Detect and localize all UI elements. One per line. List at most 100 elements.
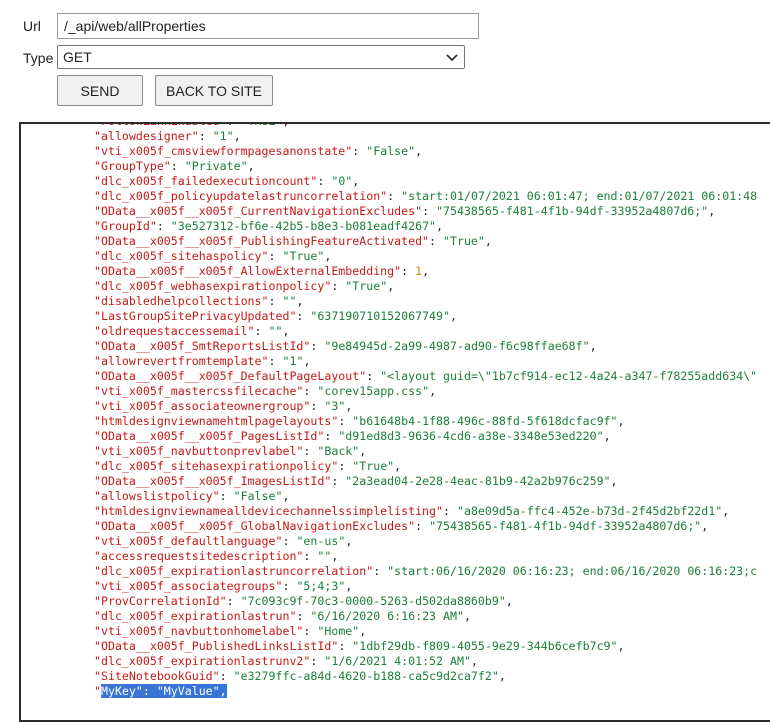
json-comma: , xyxy=(422,264,430,278)
json-comma: , xyxy=(352,174,360,188)
json-key: "ProvCorrelationId" xyxy=(94,594,227,608)
json-key: "OData__x005f__x005f_CurrentNavigationEx… xyxy=(94,204,423,218)
json-comma: , xyxy=(429,384,437,398)
json-comma: , xyxy=(484,234,492,248)
json-separator: : xyxy=(310,339,325,353)
json-value: "<layout guid=\"1b7cf914-ec12-4a24-a347-… xyxy=(380,369,758,383)
json-separator: : xyxy=(303,549,318,563)
response-line: "OData__x005f__x005f_CurrentNavigationEx… xyxy=(21,204,770,219)
json-separator: : xyxy=(331,474,346,488)
json-value: "True" xyxy=(352,459,395,473)
json-value: "True" xyxy=(443,234,485,248)
json-separator: : xyxy=(324,429,339,443)
json-comma: , xyxy=(296,294,304,308)
json-key: "vti_x005f_navbuttonhomelabel" xyxy=(94,624,304,638)
json-comma: , xyxy=(345,579,353,593)
json-comma: , xyxy=(463,609,471,623)
json-separator: : xyxy=(338,459,353,473)
json-key: "htmldesignviewnamehtmlpagelayouts" xyxy=(94,414,339,428)
url-input[interactable] xyxy=(57,13,479,39)
response-line: "vti_x005f_associategroups": "5;4;3", xyxy=(21,579,770,594)
response-line: "GroupId": "3e527312-bf6e-42b5-b8e3-b081… xyxy=(21,219,770,234)
json-comma: , xyxy=(505,594,513,608)
json-key: "vti_x005f_navbuttonprevlabel" xyxy=(94,444,304,458)
response-line: "allowslistpolicy": "False", xyxy=(21,489,770,504)
json-comma: , xyxy=(345,534,353,548)
json-value: "d91ed8d3-9636-4cd6-a38e-3348e53ed220" xyxy=(338,429,604,443)
response-line: "dlc_x005f_sitehasexpirationpolicy": "Tr… xyxy=(21,459,770,474)
json-comma: , xyxy=(617,639,625,653)
json-key: "vti_x005f_associategroups" xyxy=(94,579,283,593)
json-comma: , xyxy=(247,159,255,173)
response-line: "SiteNotebookGuid": "e3279ffc-a84d-4620-… xyxy=(21,669,770,684)
json-comma: , xyxy=(722,504,730,518)
response-output[interactable]: "FollowLinkEnabled": "TRUE","allowdesign… xyxy=(19,122,770,722)
json-value: "7c093c9f-70c3-0000-5263-d502da8860b9" xyxy=(240,594,506,608)
json-key: "htmldesignviewnamealldevicechannelssimp… xyxy=(94,504,444,518)
json-key: "vti_x005f_associateownergroup" xyxy=(94,399,311,413)
json-key: "dlc_x005f_sitehaspolicy" xyxy=(94,249,269,263)
json-separator: : xyxy=(170,159,185,173)
json-separator: : xyxy=(310,399,325,413)
back-to-site-button[interactable]: BACK TO SITE xyxy=(155,75,273,106)
response-line: "dlc_x005f_policyupdatelastruncorrelatio… xyxy=(21,189,770,204)
send-button[interactable]: SEND xyxy=(57,75,143,106)
json-comma: , xyxy=(470,654,478,668)
json-separator: : xyxy=(317,174,332,188)
json-comma: , xyxy=(303,354,311,368)
json-comma: , xyxy=(331,549,339,563)
json-separator: : xyxy=(387,189,402,203)
json-comma: , xyxy=(617,414,625,428)
response-line: "vti_x005f_defaultlanguage": "en-us", xyxy=(21,534,770,549)
json-separator: : xyxy=(429,234,444,248)
response-line: "vti_x005f_navbuttonhomelabel": "Home", xyxy=(21,624,770,639)
json-separator: : xyxy=(303,444,318,458)
json-separator: : xyxy=(415,519,430,533)
response-line: "vti_x005f_associateownergroup": "3", xyxy=(21,399,770,414)
response-line: "accessrequestsitedescription": "", xyxy=(21,549,770,564)
response-line: "GroupType": "Private", xyxy=(21,159,770,174)
json-key: "SiteNotebookGuid" xyxy=(94,669,220,683)
json-key: "OData__x005f__x005f_PublishingFeatureAc… xyxy=(94,234,430,248)
json-separator: : xyxy=(226,594,241,608)
json-comma: , xyxy=(415,144,423,158)
json-key: "LastGroupSitePrivacyUpdated" xyxy=(94,309,297,323)
json-comma: , xyxy=(282,324,290,338)
response-line: "MyKey": "MyValue", xyxy=(21,684,770,699)
json-value: "start:06/16/2020 06:16:23; end:06/16/20… xyxy=(387,564,758,578)
json-separator: : xyxy=(268,294,283,308)
json-comma: , xyxy=(387,279,395,293)
json-value: "9e84945d-2a99-4987-ad90-f6c98ffae68f" xyxy=(324,339,590,353)
json-comma: , xyxy=(450,309,457,323)
json-separator: : xyxy=(219,669,234,683)
response-line: "vti_x005f_cmsviewformpagesanonstate": "… xyxy=(21,144,770,159)
response-line: "ProvCorrelationId": "7c093c9f-70c3-0000… xyxy=(21,594,770,609)
json-key: "dlc_x005f_policyupdatelastruncorrelatio… xyxy=(94,189,388,203)
response-line: "dlc_x005f_expirationlastrunv2": "1/6/20… xyxy=(21,654,770,669)
json-value: "1" xyxy=(212,129,234,143)
json-separator: : xyxy=(338,639,353,653)
json-value: "2a3ead04-2e28-4eac-81b9-42a2b976c259" xyxy=(345,474,611,488)
response-line: "dlc_x005f_failedexecutioncount": "0", xyxy=(21,174,770,189)
type-select[interactable]: GET xyxy=(57,45,465,69)
json-comma: , xyxy=(589,339,597,353)
json-key: "dlc_x005f_sitehasexpirationpolicy" xyxy=(94,459,339,473)
response-line: "LastGroupSitePrivacyUpdated": "63719071… xyxy=(21,309,770,324)
json-value: "3" xyxy=(324,399,346,413)
response-line: "dlc_x005f_expirationlastruncorrelation"… xyxy=(21,564,770,579)
json-separator: : xyxy=(401,264,416,278)
json-value: "a8e09d5a-ffc4-452e-b73d-2f45d2bf22d1" xyxy=(456,504,723,518)
json-value: "e3279ffc-a84d-4620-b188-ca5c9d2ca7f2" xyxy=(233,669,499,683)
json-comma: , xyxy=(282,124,289,128)
json-separator: : xyxy=(352,144,367,158)
json-value: "5;4;3" xyxy=(296,579,346,593)
response-line: "oldrequestaccessemail": "", xyxy=(21,324,770,339)
json-comma: , xyxy=(324,249,332,263)
json-separator: : xyxy=(303,384,318,398)
json-value: "3e527312-bf6e-42b5-b8e3-b081eadf4267" xyxy=(170,219,437,233)
json-value: "True" xyxy=(282,249,325,263)
json-key: "OData__x005f_PublishedLinksListId" xyxy=(94,639,339,653)
json-comma: , xyxy=(610,474,618,488)
json-separator: : xyxy=(282,534,297,548)
json-separator: : xyxy=(310,654,325,668)
